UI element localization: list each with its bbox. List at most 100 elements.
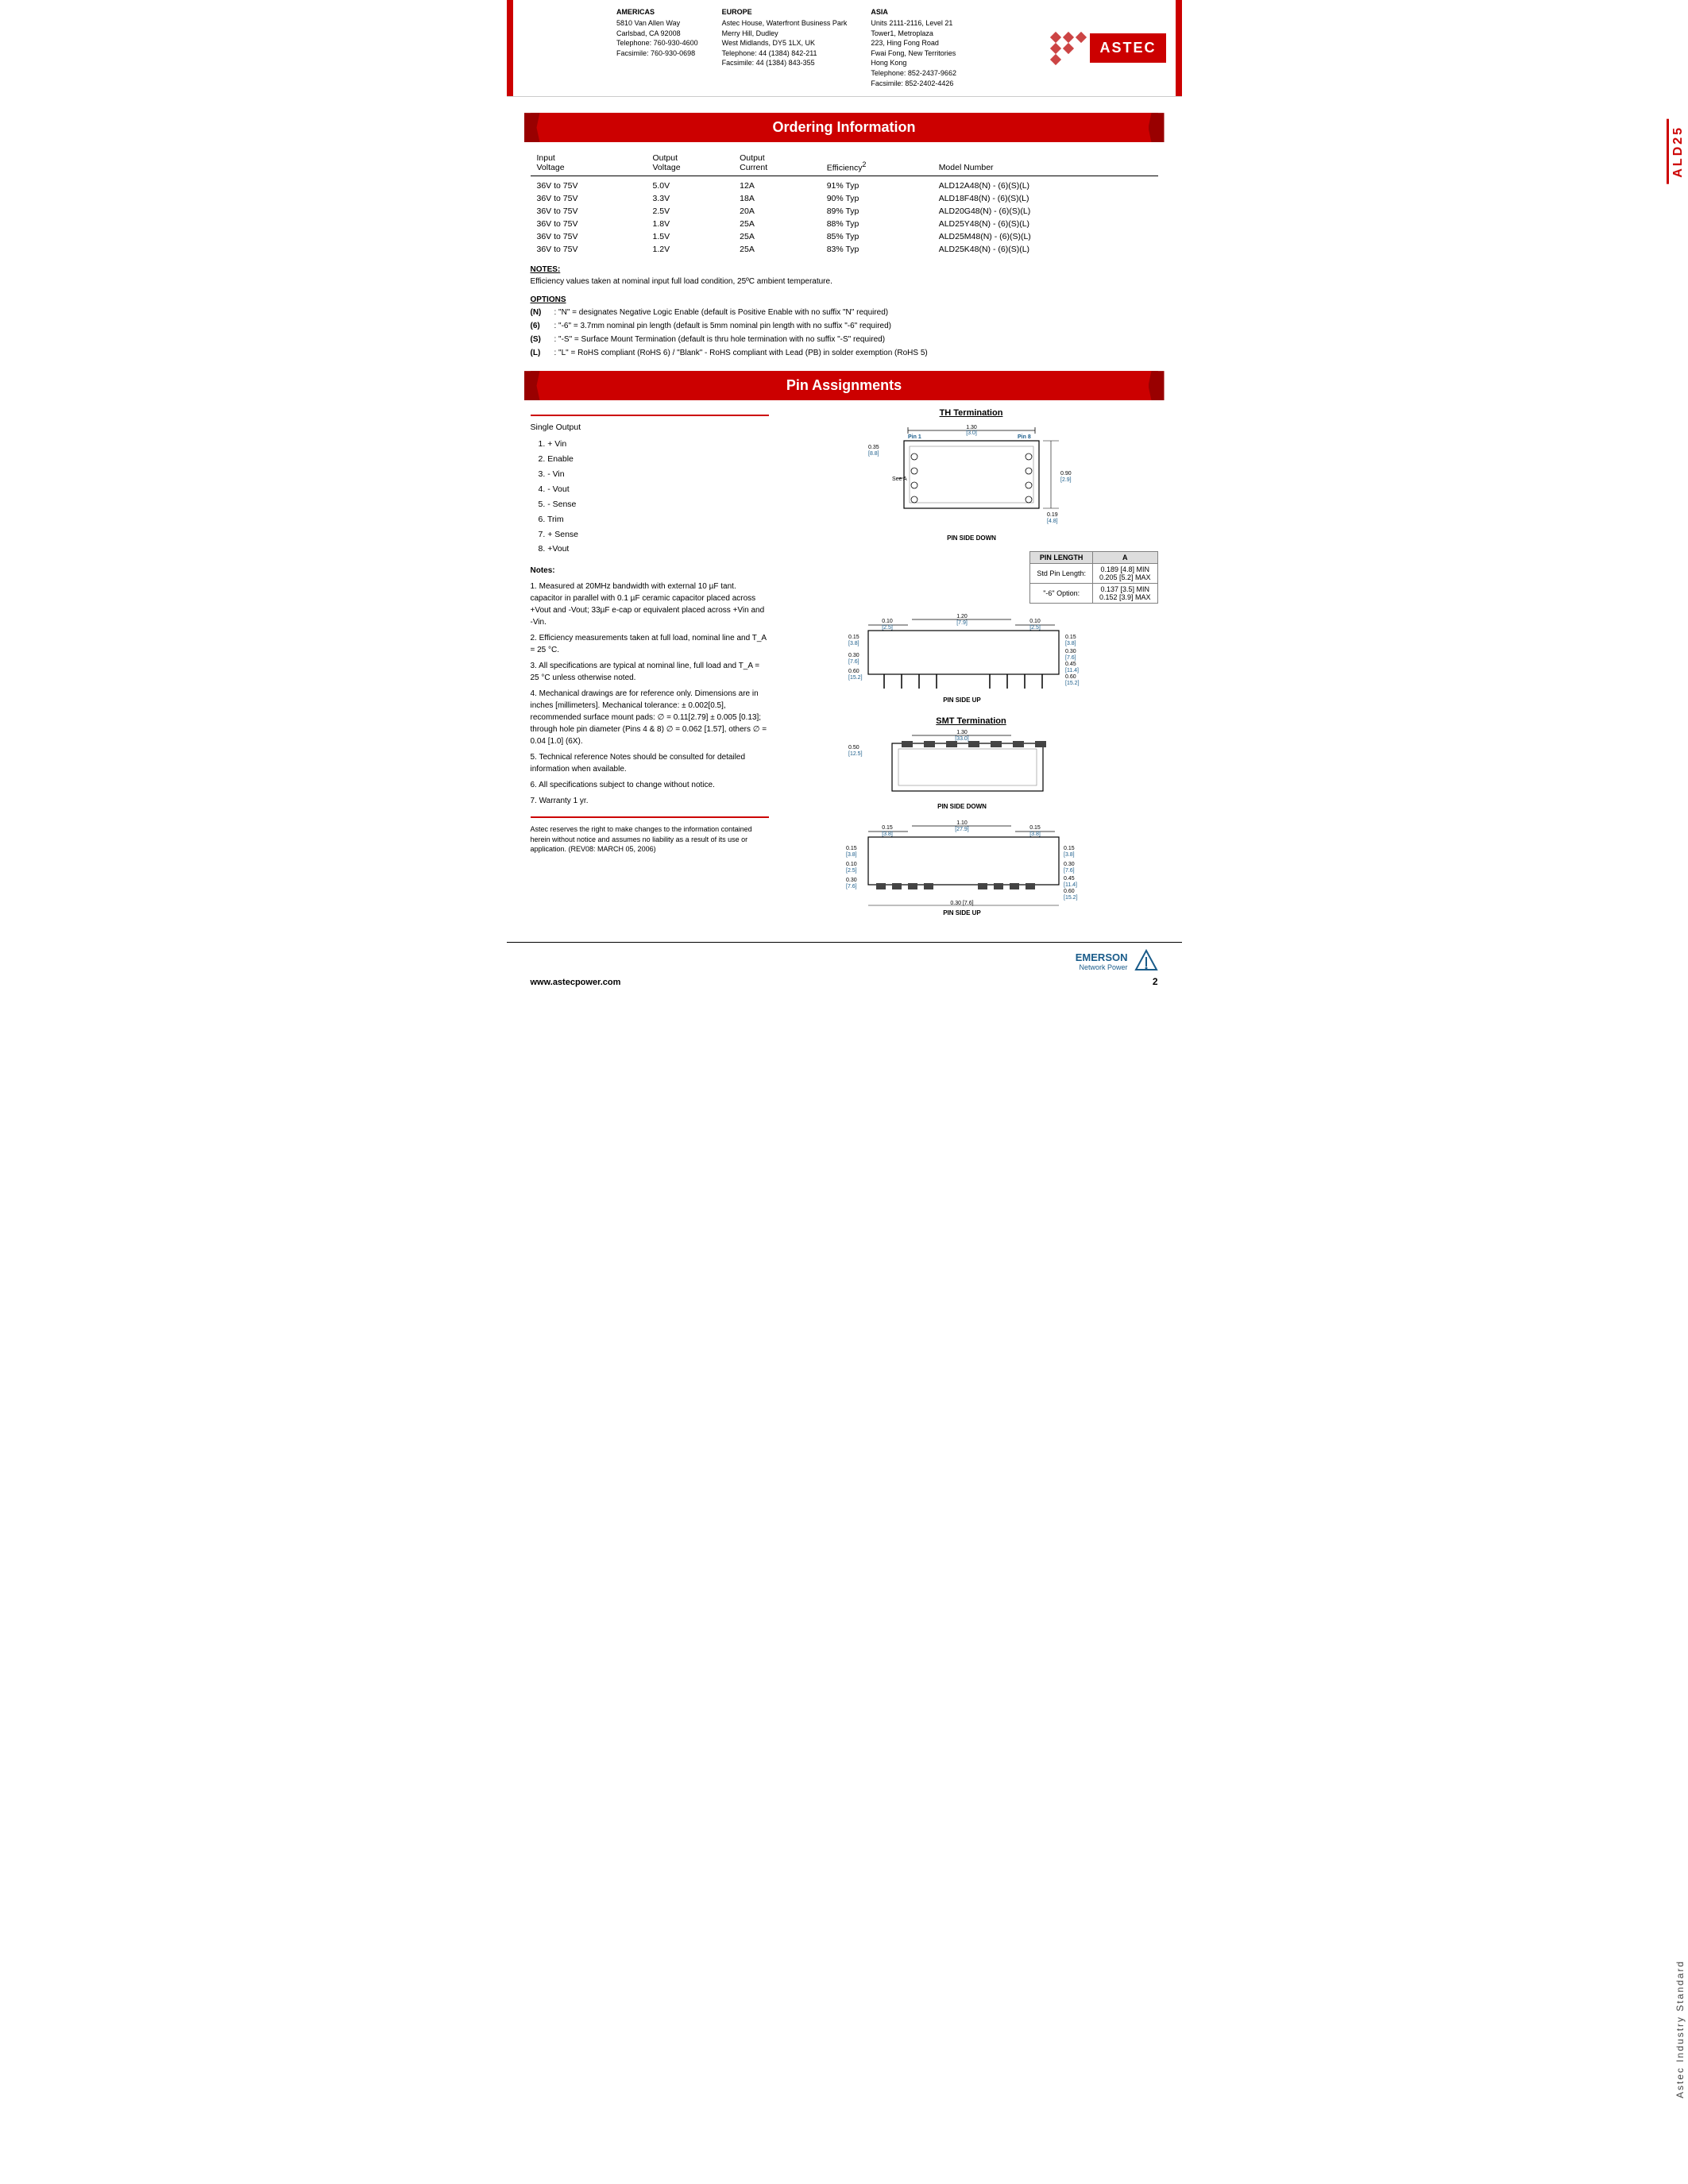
svg-text:0.15: 0.15 xyxy=(846,846,857,851)
ald25-label: ALD25 xyxy=(1667,119,1688,184)
svg-text:0.10: 0.10 xyxy=(1029,619,1041,624)
table-row: 36V to 75V1.2V25A83% TypALD25K48(N) - (6… xyxy=(531,243,1158,256)
asia-title: ASIA xyxy=(871,8,956,16)
page-header: AMERICAS 5810 Van Allen Way Carlsbad, CA… xyxy=(507,0,1182,97)
notes-title: NOTES: xyxy=(531,264,1158,276)
ordering-title-bar: Ordering Information xyxy=(531,113,1158,142)
svg-text:1.30: 1.30 xyxy=(956,730,968,735)
svg-text:0.19: 0.19 xyxy=(1047,512,1058,518)
footer-website: www.astecpower.com xyxy=(531,978,621,987)
asia-region: ASIA Units 2111-2116, Level 21 Tower1, M… xyxy=(871,8,956,88)
svg-text:Pin 1: Pin 1 xyxy=(908,434,921,440)
astec-logo: ASTEC xyxy=(1050,8,1165,88)
svg-text:0.15: 0.15 xyxy=(882,825,893,831)
svg-text:0.90: 0.90 xyxy=(1060,471,1072,477)
svg-text:[2.5]: [2.5] xyxy=(846,868,857,874)
header-left-bar xyxy=(507,0,513,96)
svg-text:[15.2]: [15.2] xyxy=(1065,681,1080,686)
svg-text:[4.8]: [4.8] xyxy=(1047,519,1058,524)
svg-text:0.15: 0.15 xyxy=(848,635,859,640)
asia-address: Units 2111-2116, Level 21 Tower1, Metrop… xyxy=(871,18,956,88)
header-regions: AMERICAS 5810 Van Allen Way Carlsbad, CA… xyxy=(523,8,1051,88)
ordering-title: Ordering Information xyxy=(773,119,916,135)
svg-text:[2.9]: [2.9] xyxy=(1060,477,1072,483)
svg-text:[15.2]: [15.2] xyxy=(1064,895,1078,901)
pin-number-list: + VinEnable- Vin- Vout- SenseTrim+ Sense… xyxy=(539,437,769,557)
main-content: Ordering Information InputVoltage Output… xyxy=(507,97,1182,934)
svg-text:0.60: 0.60 xyxy=(1065,674,1076,680)
smt-termination: SMT Termination 1.30 [33.0] xyxy=(785,716,1158,923)
industry-standard-label: Astec Industry Standard xyxy=(1672,1954,1688,2105)
smt-title: SMT Termination xyxy=(785,716,1158,726)
table-row: 36V to 75V5.0V12A91% TypALD12A48(N) - (6… xyxy=(531,176,1158,193)
svg-text:[7.6]: [7.6] xyxy=(1064,868,1075,874)
svg-text:[11.4]: [11.4] xyxy=(1064,882,1077,888)
americas-address: 5810 Van Allen Way Carlsbad, CA 92008 Te… xyxy=(616,18,698,58)
svg-text:[12.5]: [12.5] xyxy=(848,751,863,757)
footnotes-list: 1. Measured at 20MHz bandwidth with exte… xyxy=(531,581,769,807)
svg-text:[7.6]: [7.6] xyxy=(848,659,859,665)
option-row: (S): "-S" = Surface Mount Termination (d… xyxy=(531,333,1158,346)
footer-right: EMERSON Network Power 2 xyxy=(1076,949,1158,987)
options-title: OPTIONS xyxy=(531,294,1158,306)
svg-text:0.35: 0.35 xyxy=(868,445,879,450)
col-efficiency: Efficiency2 xyxy=(821,150,933,176)
pin-item: - Sense xyxy=(539,497,769,512)
smt-pin-side-down-svg: 1.30 [33.0] xyxy=(844,729,1099,816)
page-number: 2 xyxy=(1153,976,1158,987)
table-row: 36V to 75V1.8V25A88% TypALD25Y48(N) - (6… xyxy=(531,218,1158,230)
pin-item: + Sense xyxy=(539,527,769,542)
page-footer: www.astecpower.com EMERSON Network Power… xyxy=(507,942,1182,994)
europe-region: EUROPE Astec House, Waterfront Business … xyxy=(722,8,848,88)
emerson-icon xyxy=(1134,949,1158,973)
pin-item: + Vin xyxy=(539,437,769,452)
emerson-logo-text: EMERSON xyxy=(1076,951,1128,963)
svg-text:PIN SIDE DOWN: PIN SIDE DOWN xyxy=(947,534,996,542)
svg-text:[33.0]: [33.0] xyxy=(955,736,969,742)
svg-text:Pin 8: Pin 8 xyxy=(1018,434,1031,440)
svg-text:0.60: 0.60 xyxy=(1064,889,1075,894)
table-row: 36V to 75V2.5V20A89% TypALD20G48(N) - (6… xyxy=(531,205,1158,218)
svg-text:0.30: 0.30 xyxy=(846,878,857,883)
svg-text:0.30: 0.30 xyxy=(1064,862,1075,867)
europe-title: EUROPE xyxy=(722,8,848,16)
svg-text:[27.9]: [27.9] xyxy=(955,827,969,832)
svg-text:0.60: 0.60 xyxy=(848,669,859,674)
svg-text:0.30: 0.30 xyxy=(848,653,859,658)
svg-text:[2.5]: [2.5] xyxy=(1029,625,1041,631)
svg-text:[3.0]: [3.0] xyxy=(966,430,977,436)
europe-address: Astec House, Waterfront Business Park Me… xyxy=(722,18,848,68)
pin-item: - Vout xyxy=(539,482,769,497)
pin-length-info: PIN LENGTH A Std Pin Length: 0.189 [4.8]… xyxy=(1029,551,1157,604)
th-title: TH Termination xyxy=(785,408,1158,418)
svg-text:0.10: 0.10 xyxy=(882,619,893,624)
col-output-voltage: OutputVoltage xyxy=(647,150,734,176)
emerson-sub-text: Network Power xyxy=(1079,963,1127,971)
svg-text:0.45: 0.45 xyxy=(1065,662,1076,667)
svg-text:[3.8]: [3.8] xyxy=(1029,832,1041,837)
svg-text:0.15: 0.15 xyxy=(1065,635,1076,640)
col-output-current: OutputCurrent xyxy=(733,150,821,176)
notes-label: Notes: xyxy=(531,565,769,577)
footnote-item: 2. Efficiency measurements taken at full… xyxy=(531,632,769,656)
svg-text:[3.8]: [3.8] xyxy=(848,641,859,646)
svg-text:1.30: 1.30 xyxy=(966,425,977,430)
footnote-item: 7. Warranty 1 yr. xyxy=(531,795,769,807)
ordering-section: Ordering Information InputVoltage Output… xyxy=(531,113,1158,360)
svg-text:0.50: 0.50 xyxy=(848,745,859,751)
option-row: (L): "L" = RoHS compliant (RoHS 6) / "Bl… xyxy=(531,346,1158,360)
astec-logo-text: ASTEC xyxy=(1090,33,1165,63)
pin-assignments-body: Single Output + VinEnable- Vin- Vout- Se… xyxy=(531,408,1158,926)
single-output-label: Single Output xyxy=(531,423,769,432)
diagrams-column: TH Termination 1.30 [3.0] xyxy=(785,408,1158,926)
svg-text:0.10: 0.10 xyxy=(846,862,857,867)
svg-text:PIN SIDE UP: PIN SIDE UP xyxy=(943,909,981,916)
pin-item: Enable xyxy=(539,452,769,467)
disclaimer-text: Astec reserves the right to make changes… xyxy=(531,824,769,855)
col-model-number: Model Number xyxy=(933,150,1158,176)
ordering-notes: NOTES: Efficiency values taken at nomina… xyxy=(531,264,1158,360)
table-row: 36V to 75V3.3V18A90% TypALD18F48(N) - (6… xyxy=(531,192,1158,205)
svg-text:0.30 [7.6]: 0.30 [7.6] xyxy=(950,901,973,906)
svg-text:[3.8]: [3.8] xyxy=(882,832,893,837)
pin-list-column: Single Output + VinEnable- Vin- Vout- Se… xyxy=(531,408,769,926)
